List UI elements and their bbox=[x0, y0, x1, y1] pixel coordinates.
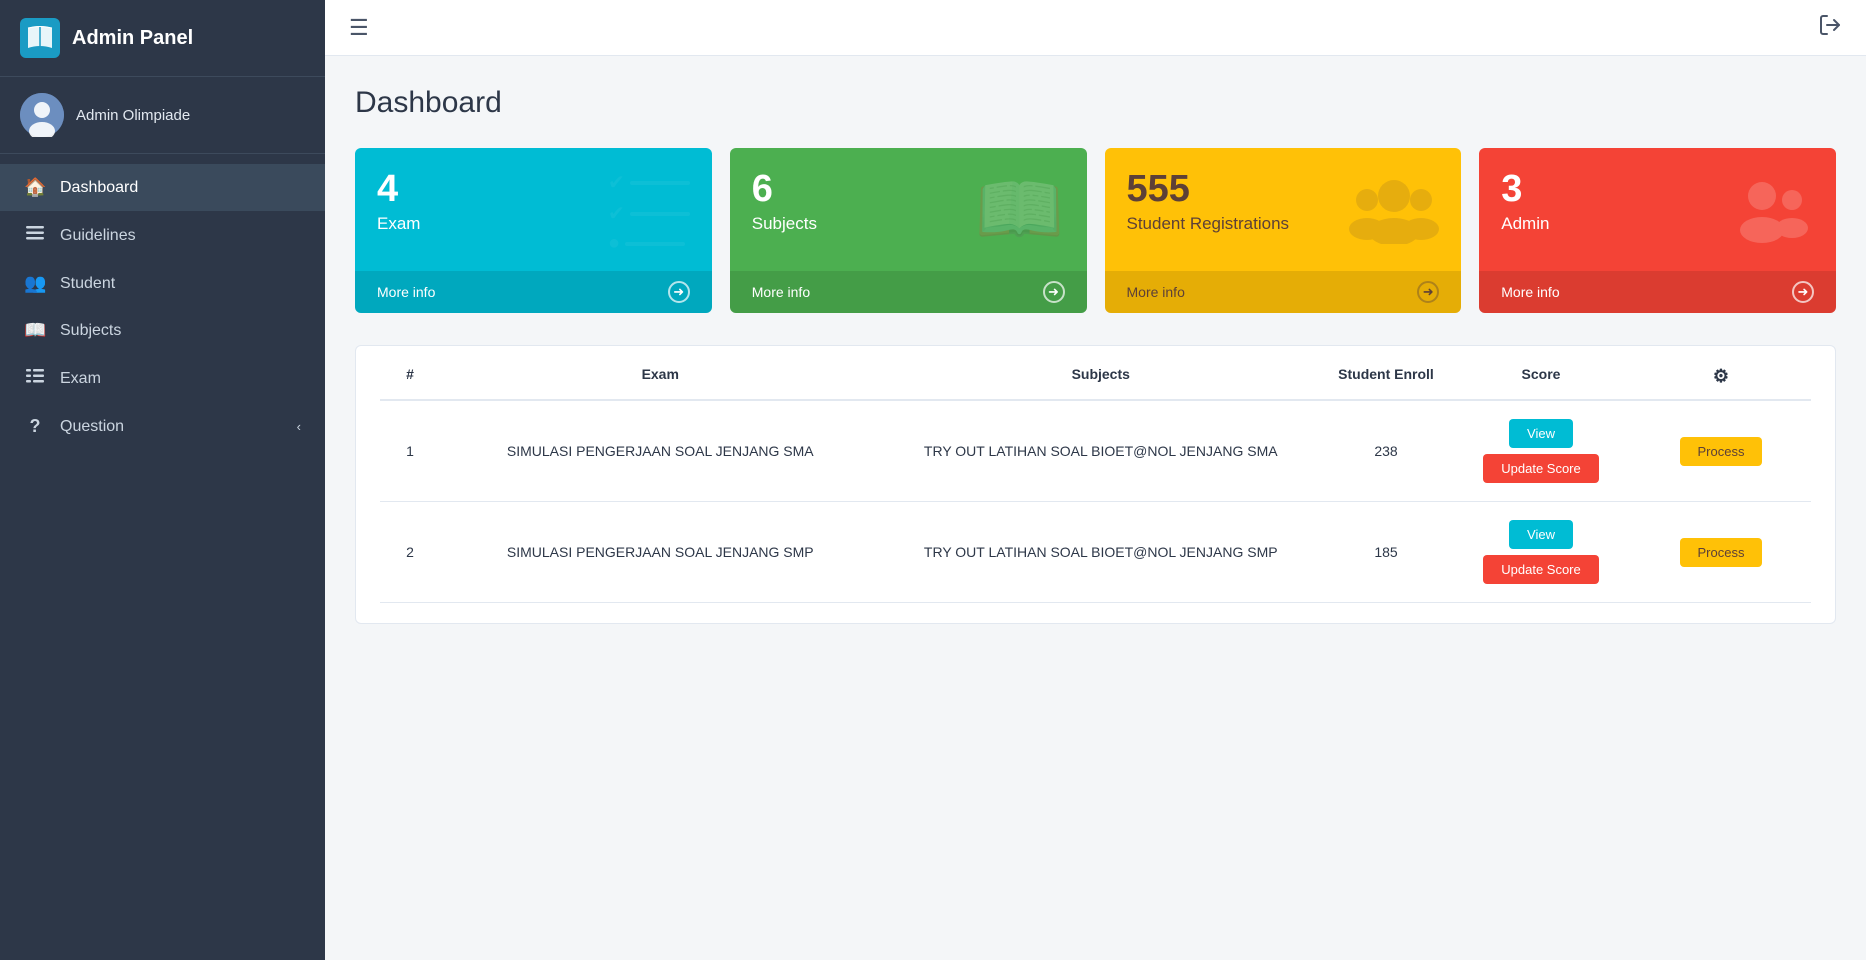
stat-info-admin: 3 Admin bbox=[1501, 170, 1549, 234]
student-icon: 👥 bbox=[24, 273, 46, 294]
sidebar-item-label: Dashboard bbox=[60, 179, 301, 197]
view-button-1[interactable]: View bbox=[1509, 419, 1573, 448]
student-bg-icon bbox=[1349, 170, 1439, 255]
table-row: 2 SIMULASI PENGERJAAN SOAL JENJANG SMP T… bbox=[380, 502, 1811, 603]
main-content: ☰ Dashboard 4 Exam bbox=[325, 0, 1866, 960]
col-header-settings: ⚙ bbox=[1631, 366, 1811, 387]
sidebar-username: Admin Olimpiade bbox=[76, 107, 190, 124]
admin-bg-icon bbox=[1724, 170, 1814, 248]
stat-label-admin: Admin bbox=[1501, 214, 1549, 234]
cell-exam-2: SIMULASI PENGERJAAN SOAL JENJANG SMP bbox=[440, 541, 881, 563]
stat-more-info-student: More info bbox=[1127, 284, 1410, 300]
stat-card-footer-subjects[interactable]: More info ➜ bbox=[730, 271, 1087, 313]
stat-info-subjects: 6 Subjects bbox=[752, 170, 817, 234]
col-header-hash: # bbox=[380, 366, 440, 387]
stat-number-admin: 3 bbox=[1501, 170, 1549, 208]
sidebar: Admin Panel Admin Olimpiade 🏠 Dashboard bbox=[0, 0, 325, 960]
update-score-button-1[interactable]: Update Score bbox=[1483, 454, 1599, 483]
stat-card-top-student: 555 Student Registrations bbox=[1127, 170, 1440, 255]
stat-card-footer-admin[interactable]: More info ➜ bbox=[1479, 271, 1836, 313]
stat-card-admin: 3 Admin More info ➜ bbox=[1479, 148, 1836, 313]
stat-more-info-subjects: More info bbox=[752, 284, 1035, 300]
content-area: Dashboard 4 Exam ✔ ✔ bbox=[325, 56, 1866, 960]
sidebar-user: Admin Olimpiade bbox=[0, 77, 325, 154]
sidebar-item-question[interactable]: ? Question ‹ bbox=[0, 403, 325, 450]
col-header-subjects: Subjects bbox=[881, 366, 1322, 387]
sidebar-nav: 🏠 Dashboard Guidelines 👥 Student 📖 Subje… bbox=[0, 154, 325, 960]
process-button-2[interactable]: Process bbox=[1680, 538, 1763, 567]
cell-score-2: View Update Score bbox=[1451, 520, 1631, 584]
col-header-exam: Exam bbox=[440, 366, 881, 387]
stat-card-subjects: 6 Subjects 📖 More info ➜ bbox=[730, 148, 1087, 313]
home-icon: 🏠 bbox=[24, 177, 46, 198]
stat-info-exam: 4 Exam bbox=[377, 170, 420, 234]
arrow-circle-icon-exam: ➜ bbox=[668, 281, 690, 303]
sidebar-header: Admin Panel bbox=[0, 0, 325, 77]
subjects-bg-icon: 📖 bbox=[975, 170, 1065, 246]
sidebar-item-exam[interactable]: Exam bbox=[0, 354, 325, 403]
stat-info-student: 555 Student Registrations bbox=[1127, 170, 1290, 234]
stat-card-footer-student[interactable]: More info ➜ bbox=[1105, 271, 1462, 313]
cell-subjects-1: TRY OUT LATIHAN SOAL BIOET@NOL JENJANG S… bbox=[881, 440, 1322, 462]
exam-table: # Exam Subjects Student Enroll Score ⚙ 1… bbox=[355, 345, 1836, 624]
process-button-1[interactable]: Process bbox=[1680, 437, 1763, 466]
stat-label-student: Student Registrations bbox=[1127, 214, 1290, 234]
stat-more-info-admin: More info bbox=[1501, 284, 1784, 300]
stat-card-student-reg: 555 Student Registrations bbox=[1105, 148, 1462, 313]
stat-number-exam: 4 bbox=[377, 170, 420, 208]
cell-hash-2: 2 bbox=[380, 544, 440, 560]
stat-number-student: 555 bbox=[1127, 170, 1290, 208]
cell-hash-1: 1 bbox=[380, 443, 440, 459]
stat-cards: 4 Exam ✔ ✔ ● bbox=[355, 148, 1836, 313]
view-button-2[interactable]: View bbox=[1509, 520, 1573, 549]
stat-card-footer-exam[interactable]: More info ➜ bbox=[355, 271, 712, 313]
sidebar-item-student[interactable]: 👥 Student bbox=[0, 260, 325, 307]
arrow-circle-icon-subjects: ➜ bbox=[1043, 281, 1065, 303]
subjects-icon: 📖 bbox=[24, 320, 46, 341]
col-header-score: Score bbox=[1451, 366, 1631, 387]
guidelines-icon bbox=[24, 224, 46, 247]
cell-enroll-1: 238 bbox=[1321, 443, 1451, 459]
cell-enroll-2: 185 bbox=[1321, 544, 1451, 560]
avatar bbox=[20, 93, 64, 137]
page-title: Dashboard bbox=[355, 86, 1836, 120]
exam-icon bbox=[24, 367, 46, 390]
stat-label-subjects: Subjects bbox=[752, 214, 817, 234]
sidebar-title: Admin Panel bbox=[72, 27, 193, 50]
table-header: # Exam Subjects Student Enroll Score ⚙ bbox=[380, 366, 1811, 401]
stat-card-exam: 4 Exam ✔ ✔ ● bbox=[355, 148, 712, 313]
chevron-left-icon: ‹ bbox=[297, 419, 301, 434]
cell-exam-1: SIMULASI PENGERJAAN SOAL JENJANG SMA bbox=[440, 440, 881, 462]
sidebar-item-label: Question bbox=[60, 418, 283, 436]
cell-settings-2: Process bbox=[1631, 538, 1811, 567]
logout-icon[interactable] bbox=[1818, 13, 1842, 43]
sidebar-item-subjects[interactable]: 📖 Subjects bbox=[0, 307, 325, 354]
stat-card-top-exam: 4 Exam ✔ ✔ ● bbox=[377, 170, 690, 255]
arrow-circle-icon-student: ➜ bbox=[1417, 281, 1439, 303]
exam-bg-icon: ✔ ✔ ● bbox=[608, 170, 690, 255]
update-score-button-2[interactable]: Update Score bbox=[1483, 555, 1599, 584]
stat-card-top-subjects: 6 Subjects 📖 bbox=[752, 170, 1065, 246]
table-row: 1 SIMULASI PENGERJAAN SOAL JENJANG SMA T… bbox=[380, 401, 1811, 502]
hamburger-icon[interactable]: ☰ bbox=[349, 15, 369, 41]
stat-number-subjects: 6 bbox=[752, 170, 817, 208]
sidebar-item-guidelines[interactable]: Guidelines bbox=[0, 211, 325, 260]
cell-score-1: View Update Score bbox=[1451, 419, 1631, 483]
logo-icon bbox=[20, 18, 60, 58]
question-icon: ? bbox=[24, 416, 46, 437]
stat-card-top-admin: 3 Admin bbox=[1501, 170, 1814, 248]
topbar: ☰ bbox=[325, 0, 1866, 56]
sidebar-item-label: Guidelines bbox=[60, 227, 301, 245]
sidebar-item-label: Student bbox=[60, 275, 301, 293]
sidebar-item-label: Subjects bbox=[60, 322, 301, 340]
sidebar-item-dashboard[interactable]: 🏠 Dashboard bbox=[0, 164, 325, 211]
gear-icon: ⚙ bbox=[1713, 366, 1729, 386]
stat-more-info-exam: More info bbox=[377, 284, 660, 300]
cell-subjects-2: TRY OUT LATIHAN SOAL BIOET@NOL JENJANG S… bbox=[881, 541, 1322, 563]
stat-label-exam: Exam bbox=[377, 214, 420, 234]
col-header-enroll: Student Enroll bbox=[1321, 366, 1451, 387]
sidebar-item-label: Exam bbox=[60, 370, 301, 388]
arrow-circle-icon-admin: ➜ bbox=[1792, 281, 1814, 303]
cell-settings-1: Process bbox=[1631, 437, 1811, 466]
